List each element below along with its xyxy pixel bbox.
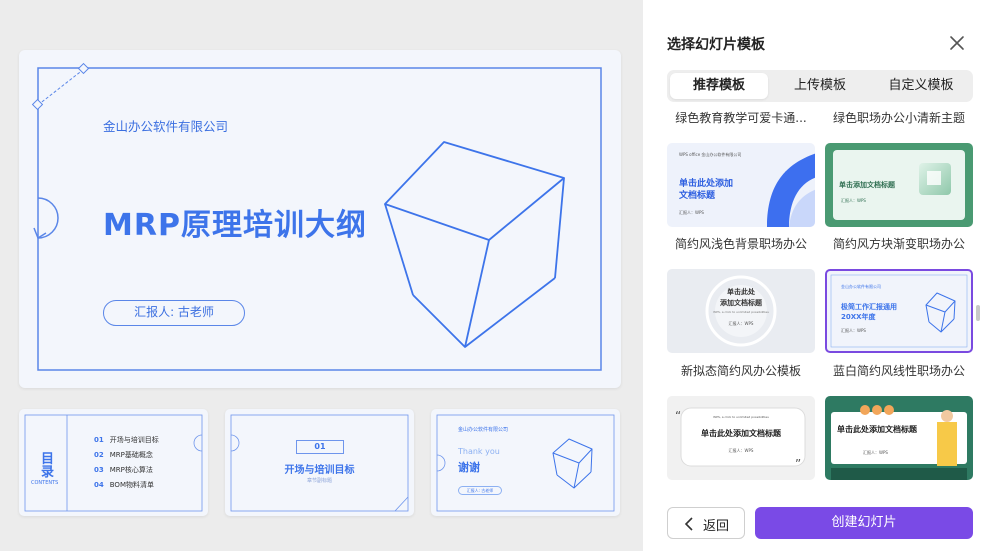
template-thumb-text: 单击此处添加文档标题 (701, 429, 781, 438)
toc-list: 01 开场与培训目标 02 MRP基础概念 03 MRP核心算法 04 BOM物料清单 (94, 435, 159, 495)
toc-item-label: 开场与培训目标 (109, 436, 159, 444)
template-thumb-text: WPS, a click to unlimited possibilities (713, 310, 769, 314)
toc-item-label: MRP基础概念 (109, 451, 153, 459)
toc-item-number: 02 (94, 451, 104, 459)
template-thumb-text: 添加文档标题 (720, 299, 762, 307)
toc-title: 目录 (41, 452, 55, 480)
template-thumb-text: 汇报人：WPS (841, 198, 866, 203)
template-thumb-text: 汇报人：WPS (728, 321, 754, 326)
close-icon[interactable] (948, 34, 966, 52)
main-slide-reporter: 汇报人: 古老师 (103, 300, 245, 326)
toc-subtitle: CONTENTS (31, 480, 59, 486)
main-slide-preview: 金山办公软件有限公司 MRP原理培训大纲 汇报人: 古老师 (19, 50, 621, 388)
template-panel: 选择幻灯片模板 推荐模板 上传模板 自定义模板 绿色教育教学可爱卡通... 绿色… (643, 0, 981, 551)
template-thumb-text: WPS, a click to unlimited possibilities (713, 415, 769, 419)
end-reporter: 汇报人: 古老师 (458, 486, 502, 495)
template-thumb-text: 金山办公软件有限公司 (841, 284, 881, 289)
back-button-label: 返回 (703, 519, 730, 534)
template-name: 蓝白简约风线性职场办公 (832, 364, 965, 378)
section-number: 01 (296, 440, 344, 454)
panel-scrollbar[interactable] (976, 305, 980, 321)
slide-preview-area: 金山办公软件有限公司 MRP原理培训大纲 汇报人: 古老师 目录 CONTENT… (0, 0, 643, 551)
template-card[interactable]: 单击此处添加文档标题 汇报人：WPS (825, 396, 973, 480)
toc-item-number: 01 (94, 436, 104, 444)
toc-item-label: MRP核心算法 (109, 466, 153, 474)
template-grid: 绿色教育教学可爱卡通... 绿色职场办公小清新主题 WPS office 金山办… (667, 102, 973, 488)
template-thumb-text: WPS office 金山办公软件有限公司 (679, 152, 742, 157)
template-card[interactable]: 单击此处 添加文档标题 WPS, a click to unlimited po… (667, 269, 815, 353)
toc-item: 01 开场与培训目标 (94, 435, 159, 450)
end-thanks-cn: 谢谢 (458, 461, 480, 474)
template-name: 简约风浅色背景职场办公 (674, 237, 807, 251)
toc-item-number: 04 (94, 481, 104, 489)
chevron-left-icon (684, 517, 693, 531)
template-thumb-text: 汇报人：WPS (841, 328, 866, 333)
tab-upload[interactable]: 上传模板 (771, 73, 869, 99)
template-tabs: 推荐模板 上传模板 自定义模板 (667, 70, 973, 102)
template-card[interactable]: “ ” WPS, a click to unlimited possibilit… (667, 396, 815, 480)
template-thumb-text: 文档标题 (679, 191, 716, 201)
template-thumb-text: 单击添加文档标题 (839, 181, 895, 189)
toc-item-label: BOM物料清单 (109, 481, 154, 489)
section-subtitle: 章节副标题 (306, 478, 332, 484)
template-thumb-text: 汇报人：WPS (863, 450, 888, 455)
main-slide-title: MRP原理培训大纲 (103, 208, 367, 243)
panel-title: 选择幻灯片模板 (667, 37, 765, 53)
end-company: 金山办公软件有限公司 (458, 427, 509, 433)
template-name: 绿色职场办公小清新主题 (832, 111, 965, 125)
slide-thumbnail-end[interactable]: 金山办公软件有限公司 Thank you 谢谢 汇报人: 古老师 (431, 409, 620, 516)
template-name: 绿色教育教学可爱卡通... (675, 111, 807, 125)
svg-text:”: ” (795, 457, 801, 471)
template-thumb-text: 汇报人：WPS (728, 448, 754, 453)
template-name: 新拟态简约风办公模板 (680, 364, 801, 378)
slide-thumbnail-section[interactable]: 01 开场与培训目标 章节副标题 (225, 409, 414, 516)
toc-item: 03 MRP核心算法 (94, 465, 159, 480)
template-thumb-text: 极简工作汇报通用 (841, 303, 897, 311)
template-card[interactable]: 单击添加文档标题 汇报人：WPS (825, 143, 973, 227)
tab-recommended[interactable]: 推荐模板 (670, 73, 768, 99)
back-button[interactable]: 返回 (667, 507, 745, 539)
template-name: 简约风方块渐变职场办公 (832, 237, 965, 251)
create-slides-button[interactable]: 创建幻灯片 (755, 507, 973, 539)
app-root: 金山办公软件有限公司 MRP原理培训大纲 汇报人: 古老师 目录 CONTENT… (0, 0, 981, 551)
template-thumb-text: 单击此处添加文档标题 (837, 425, 917, 434)
section-title: 开场与培训目标 (284, 465, 355, 476)
main-slide-company: 金山办公软件有限公司 (103, 119, 229, 134)
end-thanks-en: Thank you (458, 447, 500, 456)
tab-custom[interactable]: 自定义模板 (872, 73, 970, 99)
template-card[interactable]: WPS office 金山办公软件有限公司 单击此处添加 文档标题 汇报人：WP… (667, 143, 815, 227)
toc-item: 02 MRP基础概念 (94, 450, 159, 465)
toc-item-number: 03 (94, 466, 104, 474)
template-thumb-text: 单击此处 (727, 288, 755, 296)
slide-thumbnail-toc[interactable]: 目录 CONTENTS 01 开场与培训目标 02 MRP基础概念 03 MRP核心算… (19, 409, 208, 516)
template-thumb-art (831, 405, 967, 480)
template-card-selected[interactable]: 金山办公软件有限公司 极简工作汇报通用 20XX年度 汇报人：WPS (825, 269, 973, 353)
toc-item: 04 BOM物料清单 (94, 480, 159, 495)
template-thumb-text: 20XX年度 (841, 313, 876, 321)
template-thumb-text: 汇报人：WPS (679, 210, 704, 215)
